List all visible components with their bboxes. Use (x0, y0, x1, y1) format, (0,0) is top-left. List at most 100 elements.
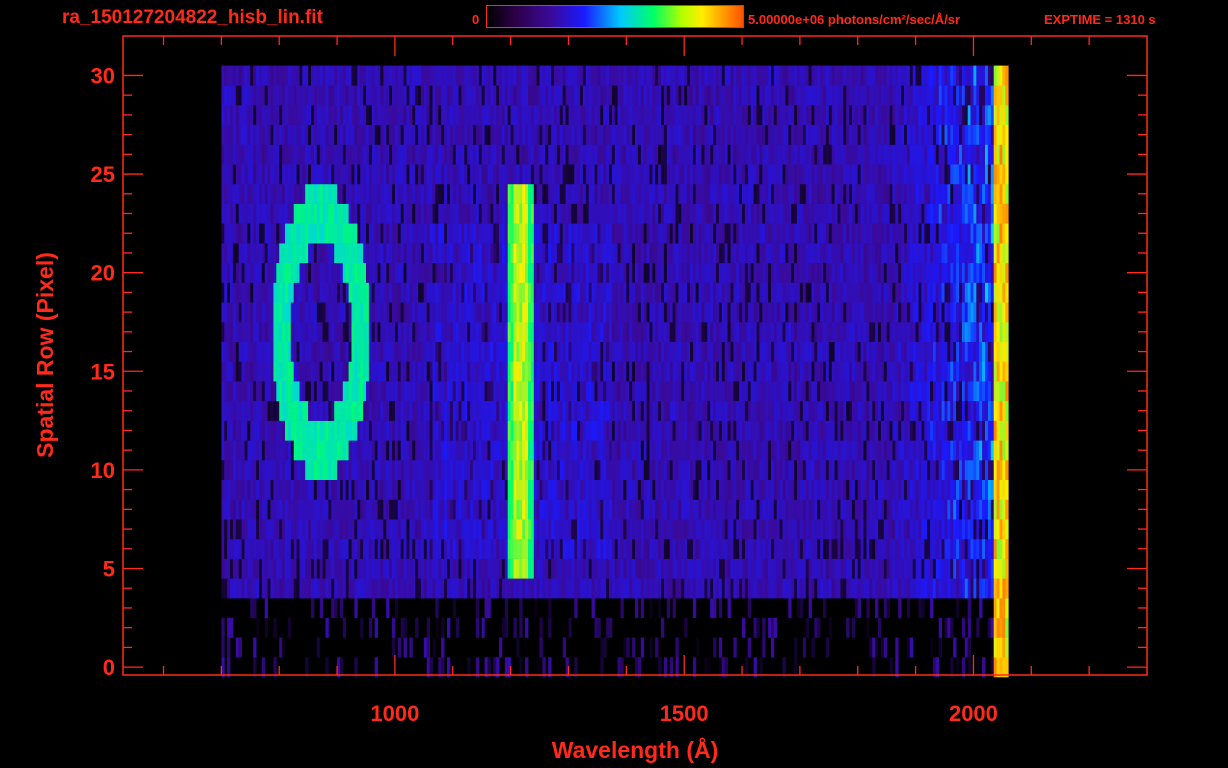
heatmap-cell (530, 262, 535, 283)
heatmap-cell (643, 440, 647, 461)
heatmap-cell (776, 460, 780, 480)
heatmap-cell (987, 302, 992, 323)
heatmap-cell (632, 558, 636, 579)
heatmap-cell (354, 341, 358, 362)
heatmap-cell (701, 499, 705, 520)
heatmap-cell (308, 499, 312, 520)
heatmap-cell (626, 479, 630, 500)
heatmap-cell (244, 282, 248, 303)
heatmap-cell (851, 538, 856, 559)
heatmap-cell (360, 538, 364, 559)
heatmap-cell (661, 262, 665, 283)
heatmap-cell (224, 282, 228, 303)
heatmap-cell (649, 558, 653, 579)
heatmap-cell (357, 322, 361, 342)
heatmap-cell (961, 400, 966, 421)
heatmap-cell (585, 341, 590, 362)
heatmap-cell (380, 519, 384, 540)
heatmap-cell (449, 479, 454, 500)
heatmap-cell (661, 322, 665, 342)
heatmap-cell (661, 617, 665, 638)
heatmap-cell (351, 519, 355, 540)
heatmap-cell (510, 420, 514, 441)
heatmap-cell (556, 578, 561, 599)
heatmap-cell (409, 499, 413, 520)
heatmap-cell (1005, 637, 1009, 658)
heatmap-cell (799, 262, 804, 283)
heatmap-cell (762, 322, 766, 342)
heatmap-cell (519, 578, 523, 599)
heatmap-cell (742, 440, 746, 461)
heatmap-cell (600, 282, 604, 303)
heatmap-cell (441, 361, 445, 382)
heatmap-cell (565, 322, 569, 342)
heatmap-cell (742, 262, 746, 283)
heatmap-cell (814, 519, 818, 540)
heatmap-cell (334, 341, 338, 362)
heatmap-cell (837, 381, 841, 402)
heatmap-cell (840, 262, 844, 283)
heatmap-cell (817, 400, 821, 421)
heatmap-cell (854, 400, 859, 421)
heatmap-cell (996, 578, 1000, 599)
heatmap-cell (959, 538, 963, 559)
heatmap-cell (953, 361, 957, 382)
heatmap-cell (594, 381, 598, 402)
heatmap-cell (366, 262, 370, 283)
heatmap-cell (452, 341, 457, 362)
heatmap-cell (394, 499, 399, 520)
heatmap-cell (256, 420, 260, 441)
heatmap-cell (765, 341, 769, 362)
heatmap-cell (808, 322, 812, 342)
heatmap-cell (701, 440, 705, 461)
heatmap-cell (475, 479, 480, 500)
heatmap-cell (487, 598, 491, 619)
heatmap-cell (831, 282, 835, 303)
heatmap-cell (999, 538, 1003, 559)
heatmap-cell (449, 578, 454, 599)
heatmap-cell (290, 400, 295, 421)
heatmap-cell (406, 420, 410, 441)
heatmap-cell (646, 479, 650, 500)
heatmap-cell (606, 341, 610, 362)
heatmap-cell (750, 440, 754, 461)
heatmap-cell (548, 262, 552, 283)
heatmap-cell (224, 243, 228, 264)
heatmap-cell (386, 538, 390, 559)
heatmap-cell (285, 243, 289, 264)
heatmap-cell (635, 262, 639, 283)
heatmap-cell (1002, 578, 1006, 599)
heatmap-cell (753, 381, 757, 402)
heatmap-cell (779, 322, 783, 342)
heatmap-cell (779, 499, 783, 520)
heatmap-cell (747, 361, 752, 382)
heatmap-cell (687, 381, 691, 402)
heatmap-cell (351, 479, 355, 500)
heatmap-cell (368, 282, 373, 303)
heatmap-cell (501, 519, 506, 540)
heatmap-cell (831, 361, 835, 382)
heatmap-cell (724, 499, 728, 520)
heatmap-cell (400, 361, 404, 382)
heatmap-cell (863, 519, 867, 540)
heatmap-cell (779, 479, 783, 500)
heatmap-cell (805, 617, 809, 638)
heatmap-cell (247, 262, 251, 283)
heatmap-cell (982, 578, 986, 599)
heatmap-cell (802, 361, 807, 382)
heatmap-cell (742, 519, 746, 540)
heatmap-cell (956, 322, 960, 342)
heatmap-cell (892, 558, 896, 579)
heatmap-cell (475, 460, 480, 480)
heatmap-cell (548, 400, 552, 421)
heatmap-cell (655, 400, 659, 421)
heatmap-cell (990, 322, 995, 342)
heatmap-cell (360, 479, 364, 500)
heatmap-cell (551, 460, 555, 480)
heatmap-cell (704, 400, 708, 421)
heatmap-cell (565, 578, 569, 599)
heatmap-cell (244, 558, 248, 579)
heatmap-cell (366, 361, 370, 382)
heatmap-cell (510, 578, 514, 599)
heatmap-cell (678, 282, 682, 303)
